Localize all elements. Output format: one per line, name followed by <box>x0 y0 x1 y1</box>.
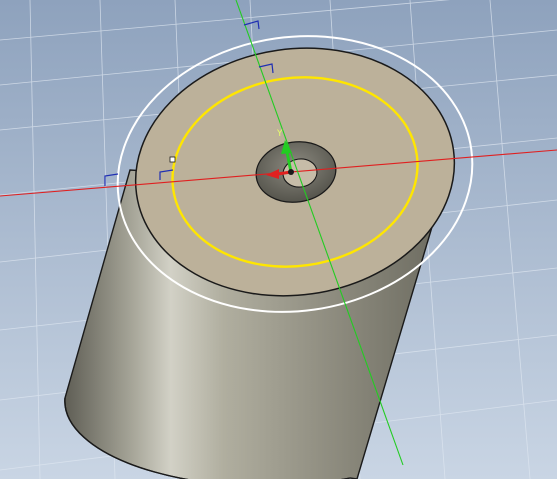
viewport-canvas[interactable]: Y <box>0 0 557 479</box>
origin-y-label: Y <box>276 129 283 139</box>
3d-viewport[interactable]: Y <box>0 0 557 479</box>
vertex-marker[interactable] <box>169 156 176 163</box>
